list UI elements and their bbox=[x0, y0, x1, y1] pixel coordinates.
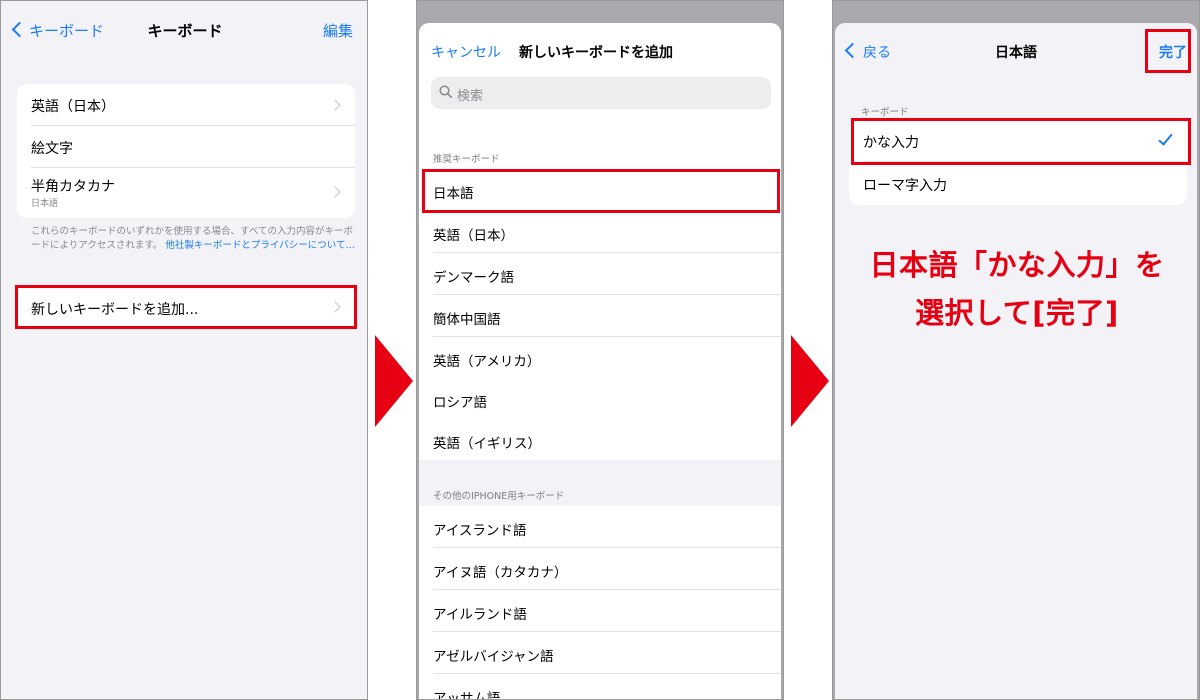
section-gap: その他のIPHONE用キーボード bbox=[419, 460, 781, 506]
suggested-header: 推奨キーボード bbox=[433, 154, 500, 165]
keyboard-option[interactable]: アゼルバイジャン語 bbox=[419, 632, 781, 674]
search-icon bbox=[439, 85, 452, 98]
keyboard-option[interactable]: アイスランド語 bbox=[419, 506, 781, 548]
sheet-title: 新しいキーボードを追加 bbox=[519, 45, 673, 61]
keyboard-option[interactable]: アイヌ語（カタカナ） bbox=[419, 548, 781, 590]
highlight-box bbox=[851, 118, 1191, 165]
chevron-right-icon bbox=[329, 99, 341, 111]
keyboard-option[interactable]: アイルランド語 bbox=[419, 590, 781, 632]
other-header: その他のIPHONE用キーボード bbox=[433, 491, 565, 502]
chevron-right-icon bbox=[329, 186, 341, 198]
caption-line: 選択して[完了] bbox=[915, 296, 1119, 330]
section-header: キーボード bbox=[861, 107, 909, 118]
keyboard-option[interactable]: 簡体中国語 bbox=[419, 295, 781, 337]
highlight-box bbox=[422, 169, 780, 213]
add-keyboard-sheet: キャンセル 新しいキーボードを追加 検索 推奨キーボード 日本語 英語（日本） … bbox=[419, 23, 781, 699]
keyboard-label: 英語（日本） bbox=[31, 99, 115, 115]
arrow-right-icon bbox=[375, 335, 413, 427]
page-title: 日本語 bbox=[995, 45, 1037, 61]
screen-add-keyboard: キャンセル 新しいキーボードを追加 検索 推奨キーボード 日本語 英語（日本） … bbox=[416, 0, 784, 700]
keyboard-option[interactable]: 英語（イギリス） bbox=[419, 419, 781, 461]
privacy-footnote: これらのキーボードのいずれかを使用する場合、すべての入力内容がキーボードによりア… bbox=[31, 226, 355, 251]
option-romaji-input[interactable]: ローマ字入力 bbox=[849, 162, 1187, 205]
screen-japanese-keyboard: 戻る 日本語 完了 キーボード かな入力 ローマ字入力 日本語「かな入力」を 選… bbox=[832, 0, 1200, 700]
privacy-link[interactable]: 他社製キーボードとプライバシーについて… bbox=[165, 240, 355, 251]
keyboard-option[interactable]: デンマーク語 bbox=[419, 253, 781, 295]
screen-keyboards: キーボード キーボード 編集 英語（日本） 絵文字 半角カタカナ 日本語 これら… bbox=[0, 0, 368, 700]
keyboard-option[interactable]: ロシア語 bbox=[419, 378, 781, 420]
keyboard-list: 英語（日本） 絵文字 半角カタカナ 日本語 bbox=[17, 84, 355, 218]
instruction-caption: 日本語「かな入力」を 選択して[完了] bbox=[833, 241, 1199, 337]
arrow-right-icon bbox=[791, 335, 829, 427]
search-placeholder: 検索 bbox=[457, 89, 484, 104]
highlight-box bbox=[1145, 29, 1191, 73]
keyboard-row-english-japan[interactable]: 英語（日本） bbox=[17, 84, 355, 126]
keyboard-label: 半角カタカナ bbox=[31, 179, 115, 195]
keyboard-label: 絵文字 bbox=[31, 141, 73, 157]
keyboard-sublabel: 日本語 bbox=[31, 199, 59, 209]
keyboard-option[interactable]: アッサム語 bbox=[419, 674, 781, 699]
search-field[interactable]: 検索 bbox=[431, 77, 771, 109]
highlight-box bbox=[15, 285, 357, 329]
keyboard-option[interactable]: 英語（日本） bbox=[419, 211, 781, 253]
edit-button[interactable]: 編集 bbox=[323, 20, 353, 41]
keyboard-row-emoji[interactable]: 絵文字 bbox=[17, 126, 355, 168]
keyboard-option[interactable]: 英語（アメリカ） bbox=[419, 337, 781, 379]
page-title: キーボード bbox=[147, 22, 223, 40]
cancel-button[interactable]: キャンセル bbox=[431, 42, 501, 62]
keyboard-row-halfwidth-katakana[interactable]: 半角カタカナ 日本語 bbox=[17, 168, 355, 218]
caption-line: 日本語「かな入力」を bbox=[869, 248, 1165, 282]
